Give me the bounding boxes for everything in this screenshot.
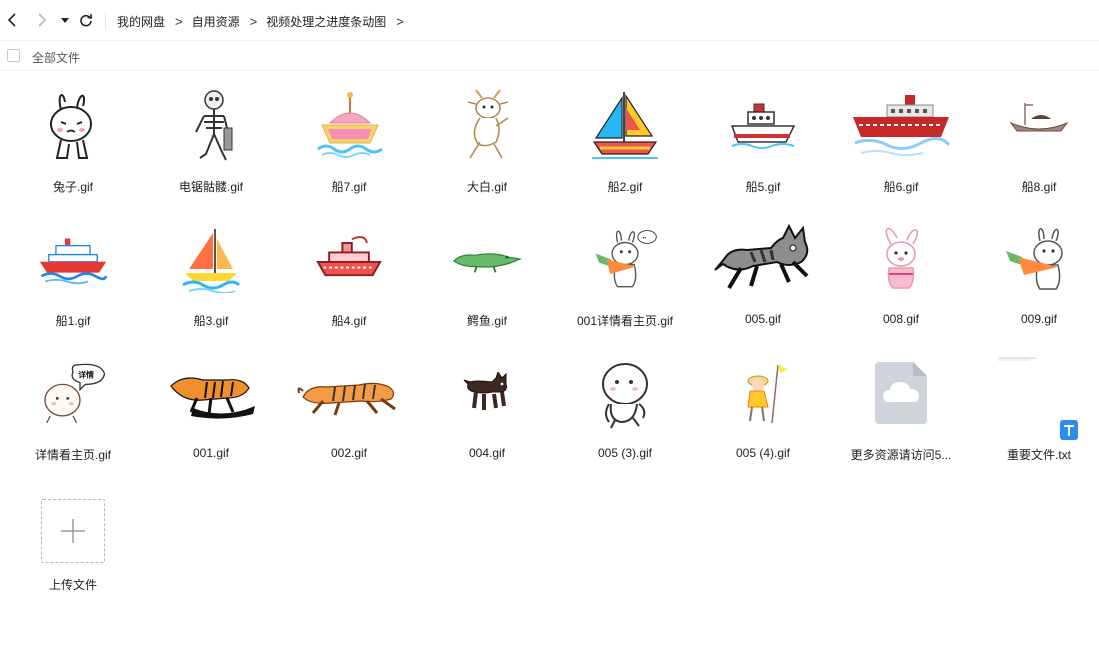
breadcrumb-item[interactable]: 我的网盘 (117, 13, 165, 30)
file-name: 船1.gif (55, 314, 91, 328)
selection-bar (0, 41, 1099, 71)
plus-icon (61, 519, 85, 543)
file-tile[interactable]: 船7.gif (280, 86, 418, 216)
file-name: 005 (4).gif (735, 446, 791, 460)
file-tile[interactable]: 船1.gif (4, 220, 142, 350)
file-tile[interactable]: 电锯骷髅.gif (142, 86, 280, 216)
file-name: 008.gif (882, 312, 920, 326)
file-tile[interactable]: 船6.gif (832, 86, 970, 216)
breadcrumb-item[interactable]: 视频处理之进度条动图 (266, 13, 386, 30)
file-name: 船6.gif (883, 180, 919, 194)
file-tile[interactable]: 船5.gif (694, 86, 832, 216)
history-dropdown-button[interactable] (56, 11, 74, 29)
file-tile[interactable]: 002.gif (280, 354, 418, 484)
file-name: 重要文件.txt (1006, 448, 1071, 462)
breadcrumb: 我的网盘 > 自用资源 > 视频处理之进度条动图 > (117, 13, 413, 30)
cloud-file-icon (866, 354, 936, 434)
cruise-ship-red-icon (846, 86, 956, 166)
rabbit-carrot-bubble-icon: •• (590, 220, 660, 300)
file-tile[interactable]: 船4.gif (280, 220, 418, 350)
top-toolbar: 我的网盘 > 自用资源 > 视频处理之进度条动图 > (0, 0, 1099, 41)
file-tile[interactable]: 船8.gif (970, 86, 1099, 216)
rabbit-sad-icon (38, 86, 108, 166)
cat-running-icon (708, 220, 818, 300)
goat-walking-icon (452, 86, 522, 166)
breadcrumb-separator: > (249, 14, 258, 29)
breadcrumb-item[interactable]: 自用资源 (192, 13, 240, 30)
file-name: 船4.gif (331, 314, 367, 328)
file-tile[interactable]: 大白.gif (418, 86, 556, 216)
chevron-left-icon (7, 13, 16, 27)
chevron-right-icon (38, 13, 47, 27)
fishing-boat-icon (1004, 86, 1074, 166)
file-name: 004.gif (468, 446, 506, 460)
back-button[interactable] (3, 11, 21, 29)
select-all-checkbox[interactable] (7, 49, 20, 62)
file-tile[interactable]: 005.gif (694, 220, 832, 350)
girl-flag-icon (728, 354, 798, 434)
file-tile[interactable]: 001.gif (142, 354, 280, 484)
refresh-icon (80, 14, 93, 27)
file-tile[interactable]: 009.gif (970, 220, 1099, 350)
file-name: 船5.gif (745, 180, 781, 194)
dog-icon (452, 354, 522, 434)
file-name: 001.gif (192, 446, 230, 460)
file-tile[interactable]: 更多资源请访问5... (832, 354, 970, 484)
file-name: 船7.gif (331, 180, 367, 194)
breadcrumb-separator: > (396, 14, 404, 29)
toolbar-divider (105, 12, 106, 29)
file-name: 船8.gif (1021, 180, 1057, 194)
file-name: 详情看主页.gif (34, 448, 111, 462)
file-name: 兔子.gif (52, 180, 93, 194)
file-name: 002.gif (330, 446, 368, 460)
ship-ice-cream-icon (314, 86, 384, 166)
cruise-ship-blue-icon (38, 220, 108, 300)
rabbit-pink-icon (866, 220, 936, 300)
forward-button[interactable] (33, 11, 51, 29)
upload-file-label: 上传文件 (48, 578, 97, 592)
refresh-button[interactable] (77, 11, 95, 29)
select-all-label: 全部文件 (32, 51, 81, 65)
file-name: 005.gif (744, 312, 782, 326)
tugboat-icon (728, 86, 798, 166)
file-name: 电锯骷髅.gif (178, 180, 243, 194)
file-tile[interactable]: 005 (4).gif (694, 354, 832, 484)
file-tile[interactable]: 兔子.gif (4, 86, 142, 216)
rabbit-carrot-icon (1004, 220, 1074, 300)
file-name: 001详情看主页.gif (576, 314, 674, 328)
bun-speech-icon: 详情 (38, 354, 108, 434)
svg-text:••: •• (643, 236, 647, 242)
file-tile[interactable]: 重要文件.txt (970, 354, 1099, 484)
file-name: 更多资源请访问5... (850, 448, 952, 462)
file-name: 鳄鱼.gif (466, 314, 507, 328)
crocodile-icon (452, 220, 522, 300)
speech-bubble-text: 详情 (78, 369, 94, 379)
upload-file-button[interactable] (41, 499, 105, 563)
caret-down-icon (61, 18, 69, 23)
skeleton-icon (176, 86, 246, 166)
file-tile[interactable]: 船2.gif (556, 86, 694, 216)
file-tile[interactable]: 详情详情看主页.gif (4, 354, 142, 484)
file-name: 船3.gif (193, 314, 229, 328)
file-name: 大白.gif (466, 180, 507, 194)
file-tile[interactable]: 008.gif (832, 220, 970, 350)
txt-file-icon (970, 354, 1099, 440)
tiger-running-icon (294, 354, 404, 434)
file-tile[interactable]: 船3.gif (142, 220, 280, 350)
file-tile[interactable]: 005 (3).gif (556, 354, 694, 484)
sailboat-colorful-icon (590, 86, 660, 166)
file-name: 船2.gif (607, 180, 643, 194)
pixel-ship-icon (314, 220, 384, 300)
file-tile[interactable]: 鳄鱼.gif (418, 220, 556, 350)
file-tile[interactable]: •• 001详情看主页.gif (556, 220, 694, 350)
file-tile[interactable]: 004.gif (418, 354, 556, 484)
tiger-shadow-icon (156, 354, 266, 434)
breadcrumb-separator: > (175, 14, 183, 29)
file-name: 005 (3).gif (597, 446, 653, 460)
bun-running-icon (590, 354, 660, 434)
sailboat-orange-icon (176, 220, 246, 300)
file-name: 009.gif (1020, 312, 1058, 326)
